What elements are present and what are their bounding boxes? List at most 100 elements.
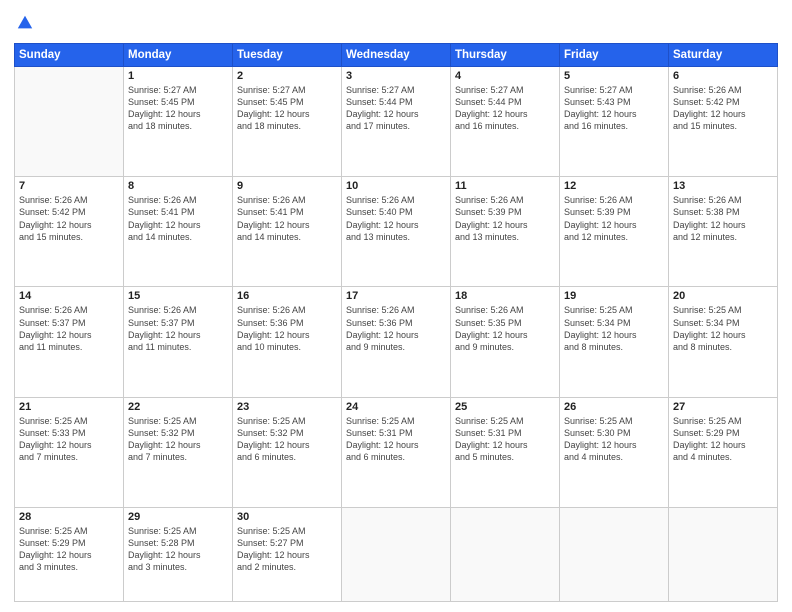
day-number: 29 <box>128 511 228 523</box>
calendar-cell: 26 Sunrise: 5:25 AM Sunset: 5:30 PM Dayli… <box>560 397 669 507</box>
day-info: Sunrise: 5:25 AM Sunset: 5:29 PM Dayligh… <box>19 525 119 574</box>
weekday-header: Friday <box>560 44 669 67</box>
day-info: Sunrise: 5:26 AM Sunset: 5:39 PM Dayligh… <box>564 194 664 243</box>
day-info: Sunrise: 5:25 AM Sunset: 5:29 PM Dayligh… <box>673 415 773 464</box>
day-info: Sunrise: 5:25 AM Sunset: 5:31 PM Dayligh… <box>346 415 446 464</box>
calendar-cell: 10 Sunrise: 5:26 AM Sunset: 5:40 PM Dayli… <box>342 177 451 287</box>
day-info: Sunrise: 5:26 AM Sunset: 5:36 PM Dayligh… <box>237 304 337 353</box>
day-number: 12 <box>564 180 664 192</box>
calendar-cell: 30 Sunrise: 5:25 AM Sunset: 5:27 PM Dayli… <box>233 507 342 601</box>
day-number: 30 <box>237 511 337 523</box>
day-number: 22 <box>128 401 228 413</box>
calendar-cell: 4 Sunrise: 5:27 AM Sunset: 5:44 PM Daylig… <box>451 67 560 177</box>
day-number: 20 <box>673 290 773 302</box>
day-number: 27 <box>673 401 773 413</box>
calendar-cell: 22 Sunrise: 5:25 AM Sunset: 5:32 PM Dayli… <box>124 397 233 507</box>
calendar-cell: 16 Sunrise: 5:26 AM Sunset: 5:36 PM Dayli… <box>233 287 342 397</box>
day-number: 3 <box>346 70 446 82</box>
day-number: 17 <box>346 290 446 302</box>
day-number: 9 <box>237 180 337 192</box>
calendar-cell: 21 Sunrise: 5:25 AM Sunset: 5:33 PM Dayli… <box>15 397 124 507</box>
day-number: 1 <box>128 70 228 82</box>
day-info: Sunrise: 5:26 AM Sunset: 5:37 PM Dayligh… <box>19 304 119 353</box>
calendar-cell: 20 Sunrise: 5:25 AM Sunset: 5:34 PM Dayli… <box>669 287 778 397</box>
day-info: Sunrise: 5:27 AM Sunset: 5:45 PM Dayligh… <box>237 84 337 133</box>
logo <box>14 14 34 37</box>
day-number: 26 <box>564 401 664 413</box>
day-info: Sunrise: 5:27 AM Sunset: 5:44 PM Dayligh… <box>455 84 555 133</box>
calendar-cell: 13 Sunrise: 5:26 AM Sunset: 5:38 PM Dayli… <box>669 177 778 287</box>
day-info: Sunrise: 5:26 AM Sunset: 5:39 PM Dayligh… <box>455 194 555 243</box>
calendar-cell: 18 Sunrise: 5:26 AM Sunset: 5:35 PM Dayli… <box>451 287 560 397</box>
calendar-cell <box>669 507 778 601</box>
day-info: Sunrise: 5:26 AM Sunset: 5:36 PM Dayligh… <box>346 304 446 353</box>
calendar-cell: 3 Sunrise: 5:27 AM Sunset: 5:44 PM Daylig… <box>342 67 451 177</box>
weekday-header: Tuesday <box>233 44 342 67</box>
weekday-header: Sunday <box>15 44 124 67</box>
calendar-cell: 14 Sunrise: 5:26 AM Sunset: 5:37 PM Dayli… <box>15 287 124 397</box>
day-number: 21 <box>19 401 119 413</box>
day-number: 15 <box>128 290 228 302</box>
calendar-cell: 23Sunrise: 5:25 AM Sunset: 5:32 PM Dayli… <box>233 397 342 507</box>
day-info: Sunrise: 5:26 AM Sunset: 5:38 PM Dayligh… <box>673 194 773 243</box>
day-number: 6 <box>673 70 773 82</box>
page: SundayMondayTuesdayWednesdayThursdayFrid… <box>0 0 792 612</box>
calendar-cell: 25 Sunrise: 5:25 AM Sunset: 5:31 PM Dayli… <box>451 397 560 507</box>
day-info: Sunrise: 5:25 AM Sunset: 5:27 PM Dayligh… <box>237 525 337 574</box>
calendar-cell: 28 Sunrise: 5:25 AM Sunset: 5:29 PM Dayli… <box>15 507 124 601</box>
calendar-cell: 5 Sunrise: 5:27 AM Sunset: 5:43 PM Daylig… <box>560 67 669 177</box>
day-number: 11 <box>455 180 555 192</box>
day-info: Sunrise: 5:26 AM Sunset: 5:41 PM Dayligh… <box>128 194 228 243</box>
day-number: 2 <box>237 70 337 82</box>
day-number: 24 <box>346 401 446 413</box>
calendar-cell: 17 Sunrise: 5:26 AM Sunset: 5:36 PM Dayli… <box>342 287 451 397</box>
day-number: 19 <box>564 290 664 302</box>
day-number: 5 <box>564 70 664 82</box>
day-number: 13 <box>673 180 773 192</box>
weekday-header: Wednesday <box>342 44 451 67</box>
calendar-cell: 9Sunrise: 5:26 AM Sunset: 5:41 PM Daylig… <box>233 177 342 287</box>
calendar-cell: 12 Sunrise: 5:26 AM Sunset: 5:39 PM Dayli… <box>560 177 669 287</box>
weekday-header: Monday <box>124 44 233 67</box>
day-info: Sunrise: 5:27 AM Sunset: 5:43 PM Dayligh… <box>564 84 664 133</box>
day-info: Sunrise: 5:25 AM Sunset: 5:32 PM Dayligh… <box>237 415 337 464</box>
day-number: 28 <box>19 511 119 523</box>
calendar-cell: 7 Sunrise: 5:26 AM Sunset: 5:42 PM Daylig… <box>15 177 124 287</box>
day-number: 4 <box>455 70 555 82</box>
day-number: 14 <box>19 290 119 302</box>
calendar-cell: 24 Sunrise: 5:25 AM Sunset: 5:31 PM Dayli… <box>342 397 451 507</box>
day-info: Sunrise: 5:25 AM Sunset: 5:33 PM Dayligh… <box>19 415 119 464</box>
day-number: 25 <box>455 401 555 413</box>
calendar-cell: 29 Sunrise: 5:25 AM Sunset: 5:28 PM Dayli… <box>124 507 233 601</box>
day-info: Sunrise: 5:26 AM Sunset: 5:35 PM Dayligh… <box>455 304 555 353</box>
day-number: 8 <box>128 180 228 192</box>
logo-icon <box>16 14 34 32</box>
day-info: Sunrise: 5:27 AM Sunset: 5:45 PM Dayligh… <box>128 84 228 133</box>
calendar-cell <box>15 67 124 177</box>
weekday-header: Saturday <box>669 44 778 67</box>
day-info: Sunrise: 5:25 AM Sunset: 5:32 PM Dayligh… <box>128 415 228 464</box>
calendar-cell: 1 Sunrise: 5:27 AM Sunset: 5:45 PM Daylig… <box>124 67 233 177</box>
day-number: 16 <box>237 290 337 302</box>
day-info: Sunrise: 5:27 AM Sunset: 5:44 PM Dayligh… <box>346 84 446 133</box>
calendar-cell <box>560 507 669 601</box>
calendar-cell: 8 Sunrise: 5:26 AM Sunset: 5:41 PM Daylig… <box>124 177 233 287</box>
calendar-cell: 6Sunrise: 5:26 AM Sunset: 5:42 PM Daylig… <box>669 67 778 177</box>
day-number: 7 <box>19 180 119 192</box>
day-number: 10 <box>346 180 446 192</box>
calendar-cell <box>342 507 451 601</box>
header <box>14 10 778 37</box>
day-info: Sunrise: 5:26 AM Sunset: 5:40 PM Dayligh… <box>346 194 446 243</box>
calendar-cell: 11 Sunrise: 5:26 AM Sunset: 5:39 PM Dayli… <box>451 177 560 287</box>
day-info: Sunrise: 5:25 AM Sunset: 5:30 PM Dayligh… <box>564 415 664 464</box>
calendar-cell: 27 Sunrise: 5:25 AM Sunset: 5:29 PM Dayli… <box>669 397 778 507</box>
calendar-table: SundayMondayTuesdayWednesdayThursdayFrid… <box>14 43 778 602</box>
day-info: Sunrise: 5:25 AM Sunset: 5:34 PM Dayligh… <box>673 304 773 353</box>
calendar-cell: 2 Sunrise: 5:27 AM Sunset: 5:45 PM Daylig… <box>233 67 342 177</box>
day-info: Sunrise: 5:25 AM Sunset: 5:28 PM Dayligh… <box>128 525 228 574</box>
calendar-cell <box>451 507 560 601</box>
calendar-cell: 15Sunrise: 5:26 AM Sunset: 5:37 PM Dayli… <box>124 287 233 397</box>
day-info: Sunrise: 5:25 AM Sunset: 5:31 PM Dayligh… <box>455 415 555 464</box>
day-number: 18 <box>455 290 555 302</box>
day-info: Sunrise: 5:26 AM Sunset: 5:42 PM Dayligh… <box>19 194 119 243</box>
